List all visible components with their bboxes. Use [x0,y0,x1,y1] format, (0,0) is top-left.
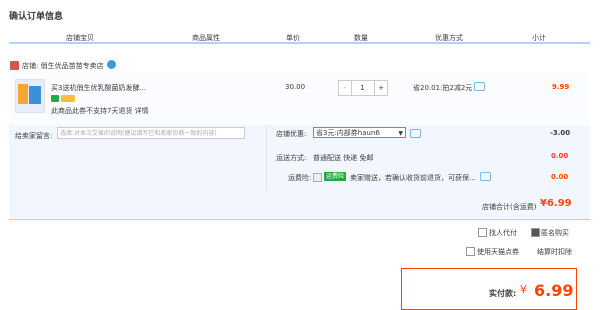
shop-discount-value: 省3元:内部券haun6 [316,129,380,137]
shipping-amount: 0.00 [551,152,569,160]
shop-discount-select[interactable]: 省3元:内部券haun6 ▼ [313,127,406,138]
shop-label: 店铺: [22,62,39,70]
coupon-info-icon[interactable] [410,129,421,138]
anonymous-checkbox[interactable] [531,228,540,237]
tmall-points-checkbox[interactable] [466,247,475,256]
proxy-pay-checkbox[interactable] [478,228,487,237]
dropdown-arrow-icon: ▼ [398,130,403,137]
wangwang-chat-icon[interactable] [107,60,116,69]
qty-input[interactable]: 1 [351,81,374,95]
order-item-row [9,72,590,126]
shop-row: 店铺: 俏生优品苗苗专卖店 [22,61,104,71]
shop-discount-amount: -3.00 [550,129,571,137]
product-thumbnail[interactable] [15,79,45,113]
insurance-desc: 卖家赠送，若确认收货前退货，可获保... [350,174,476,182]
return-policy-note[interactable]: 此商品此券不支持7天退货 详情 [51,106,149,116]
discount-info-icon[interactable] [474,82,485,91]
proxy-pay-label[interactable]: 找人代付 [489,228,517,238]
shop-discount-label: 店铺优惠: [276,130,307,138]
insurance-info-icon[interactable] [480,172,491,181]
shop-icon [10,61,19,70]
anonymous-label[interactable]: 匿名购买 [541,228,569,238]
insurance-tag: 运费险 [324,172,347,181]
item-subtotal: 9.99 [552,83,570,91]
qty-plus-button[interactable]: + [374,81,387,95]
header-divider [9,42,590,44]
tmall-points-label[interactable]: 使用天猫点券 [477,247,519,257]
product-name[interactable]: 买3送机俏生优乳酸菌奶发酵... [51,83,161,93]
guarantee-icon [51,95,59,102]
panel-divider [266,125,267,191]
shipping-method: 普通配送 快递 免邮 [313,154,374,162]
unit-price: 30.00 [285,83,306,91]
final-label: 实付款: [489,289,517,298]
shop-name[interactable]: 俏生优品苗苗专卖店 [41,62,104,70]
insurance-amount: 0.00 [551,173,569,181]
insurance-checkbox[interactable] [313,173,322,182]
seller-message-input[interactable]: 选填:对本次交易的说明(建议填写已和卖家协商一致的内容) [57,127,245,139]
insurance-label: 运费险: [288,174,312,182]
page-title: 确认订单信息 [9,12,64,22]
points-note: 结算时扣除 [537,248,572,256]
shop-total-label: 店铺合计(含运费) [482,203,537,211]
message-label: 给卖家留言: [15,132,53,140]
invoice-icon [61,95,75,102]
discount-method: 省20.01:拍2减2元 [413,84,473,92]
shipping-label: 运送方式: [276,154,307,162]
final-currency: ¥ [520,283,527,296]
final-amount: 6.99 [534,281,574,300]
quantity-stepper[interactable]: - 1 + [338,80,388,96]
shop-total-amount: ¥6.99 [540,198,572,209]
